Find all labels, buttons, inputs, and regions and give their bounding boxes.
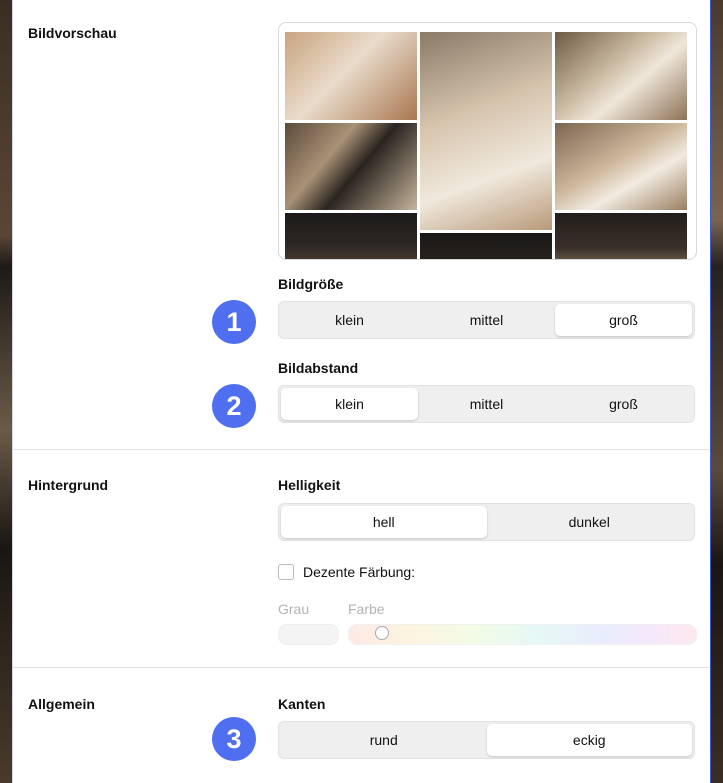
brightness-segmented-control: hell dunkel	[278, 503, 695, 541]
preview-photo	[285, 32, 417, 120]
background-photo-strip-left	[0, 0, 12, 783]
step-badge-1: 1	[212, 300, 256, 344]
edges-option-round[interactable]: rund	[281, 724, 487, 756]
section-label-background: Hintergrund	[28, 477, 109, 493]
section-divider	[13, 667, 710, 668]
step-badge-3: 3	[212, 717, 256, 761]
image-size-label: Bildgröße	[278, 276, 344, 292]
color-hue-slider[interactable]	[348, 624, 697, 645]
preview-photo	[555, 213, 687, 259]
image-spacing-option-small[interactable]: klein	[281, 388, 418, 420]
preview-photo	[420, 233, 552, 259]
preview-photo	[420, 32, 552, 230]
image-size-option-small[interactable]: klein	[281, 304, 418, 336]
image-size-option-large[interactable]: groß	[555, 304, 692, 336]
image-spacing-option-large[interactable]: groß	[555, 388, 692, 420]
image-size-option-medium[interactable]: mittel	[418, 304, 555, 336]
preview-photo	[285, 123, 417, 210]
image-spacing-option-medium[interactable]: mittel	[418, 388, 555, 420]
color-slider-handle[interactable]	[375, 626, 389, 640]
preview-photo	[285, 213, 417, 259]
edges-option-square[interactable]: eckig	[486, 724, 692, 756]
step-badge-2: 2	[212, 384, 256, 428]
section-label-general: Allgemein	[28, 696, 95, 712]
preview-photo	[555, 32, 687, 120]
image-size-segmented-control: klein mittel groß	[278, 301, 695, 339]
edges-label: Kanten	[278, 696, 326, 712]
tint-checkbox[interactable]	[278, 564, 294, 580]
tint-checkbox-row[interactable]: Dezente Färbung:	[278, 564, 415, 580]
background-photo-strip-right	[711, 0, 723, 783]
section-divider	[13, 449, 710, 450]
settings-panel: Bildvorschau Bildgröße 1 klein mittel gr…	[12, 0, 711, 783]
gray-label: Grau	[278, 601, 310, 617]
image-spacing-label: Bildabstand	[278, 360, 359, 376]
brightness-option-dark[interactable]: dunkel	[487, 506, 693, 538]
section-label-preview: Bildvorschau	[28, 25, 117, 41]
brightness-label: Helligkeit	[278, 477, 341, 493]
image-spacing-segmented-control: klein mittel groß	[278, 385, 695, 423]
gray-slider[interactable]	[278, 624, 339, 645]
brightness-option-light[interactable]: hell	[281, 506, 487, 538]
edges-segmented-control: rund eckig	[278, 721, 695, 759]
preview-photo	[555, 123, 687, 210]
tint-checkbox-label: Dezente Färbung:	[303, 564, 416, 580]
image-preview	[278, 22, 697, 260]
color-label: Farbe	[348, 601, 385, 617]
